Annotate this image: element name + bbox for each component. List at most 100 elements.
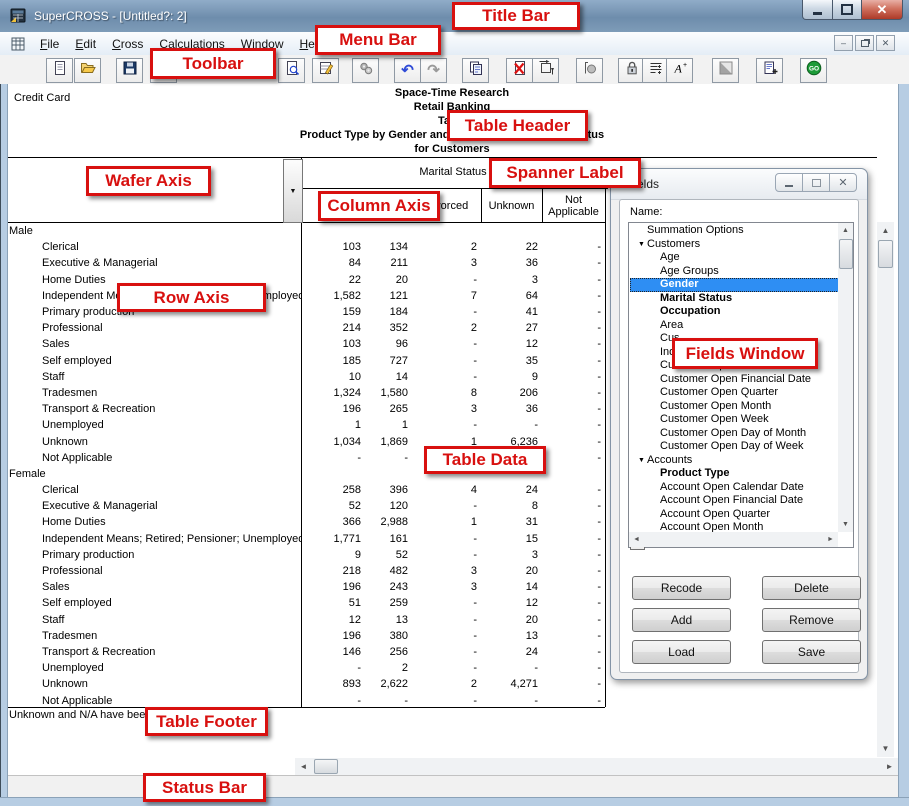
data-cell[interactable]: 20 [365,274,412,286]
row-label[interactable]: Staff [6,371,301,383]
fields-scroll-up-icon[interactable]: ▲ [838,223,853,238]
go-button[interactable]: GO [800,58,827,83]
fields-scroll-thumb[interactable] [839,239,853,269]
data-cell[interactable]: 2 [412,678,481,690]
add-page-button[interactable] [756,58,783,83]
data-cell[interactable]: - [542,500,605,512]
data-cell[interactable]: - [412,695,481,707]
data-cell[interactable]: - [365,452,412,464]
data-cell[interactable]: - [412,419,481,431]
data-cell[interactable]: - [301,662,365,674]
data-cell[interactable]: 265 [365,403,412,415]
field-item-accounts[interactable]: ▼Accounts [630,454,839,468]
document-table-icon[interactable] [10,37,26,51]
field-item-age[interactable]: Age [630,251,839,265]
data-cell[interactable]: 134 [365,241,412,253]
data-cell[interactable]: 120 [365,500,412,512]
data-cell[interactable]: - [412,614,481,626]
data-cell[interactable]: - [542,630,605,642]
data-cell[interactable]: 7 [412,290,481,302]
remove-button[interactable]: Remove [762,608,861,632]
row-label[interactable]: Primary production [6,549,301,561]
data-cell[interactable]: 1,324 [301,387,365,399]
data-cell[interactable]: 24 [481,646,542,658]
fields-vertical-scrollbar[interactable]: ▲ ▼ [838,223,853,532]
scroll-up-icon[interactable]: ▲ [877,222,894,239]
vertical-scrollbar[interactable]: ▲ ▼ [877,222,894,757]
data-cell[interactable]: - [542,257,605,269]
data-cell[interactable]: - [542,290,605,302]
data-cell[interactable]: 893 [301,678,365,690]
column-header[interactable]: Unknown [481,189,542,222]
preview-button[interactable] [278,58,305,83]
minimize-button[interactable] [802,0,833,20]
data-cell[interactable]: - [542,597,605,609]
data-cell[interactable]: 2 [412,322,481,334]
redo-button[interactable]: ↷ [420,58,447,83]
fields-scroll-down-icon[interactable]: ▼ [838,517,853,532]
data-cell[interactable]: - [542,338,605,350]
fields-maximize-button[interactable] [803,173,829,192]
data-cell[interactable]: - [542,241,605,253]
data-cell[interactable]: 31 [481,516,542,528]
data-cell[interactable]: 1,869 [365,436,412,448]
data-cell[interactable]: 727 [365,355,412,367]
row-label[interactable]: Professional [6,322,301,334]
field-item-occupation[interactable]: Occupation [630,305,839,319]
delete-button[interactable]: Delete [762,576,861,600]
data-cell[interactable]: 256 [365,646,412,658]
data-cell[interactable]: - [542,322,605,334]
data-cell[interactable]: 2 [412,241,481,253]
data-cell[interactable]: 196 [301,403,365,415]
data-cell[interactable]: 380 [365,630,412,642]
copy-button[interactable] [462,58,489,83]
menu-cross[interactable]: Cross [104,35,151,53]
data-cell[interactable]: - [481,662,542,674]
field-item-area[interactable]: Area [630,319,839,333]
data-cell[interactable]: - [542,662,605,674]
data-cell[interactable]: 211 [365,257,412,269]
row-label[interactable]: Transport & Recreation [6,403,301,415]
row-label[interactable]: Transport & Recreation [6,646,301,658]
rotate-table-button[interactable] [532,58,559,83]
load-button[interactable]: Load [632,640,731,664]
data-cell[interactable]: 36 [481,403,542,415]
data-cell[interactable]: 366 [301,516,365,528]
data-cell[interactable]: 161 [365,533,412,545]
collapse-triangle-icon[interactable]: ▼ [638,238,645,252]
data-cell[interactable]: - [412,549,481,561]
row-label[interactable]: Independent Means; Retired; Pensioner; U… [6,533,301,545]
data-cell[interactable]: 1 [412,516,481,528]
data-cell[interactable]: 35 [481,355,542,367]
row-label[interactable]: Sales [6,581,301,593]
delete-table-button[interactable] [506,58,533,83]
data-cell[interactable]: 12 [301,614,365,626]
row-label[interactable]: Tradesmen [6,387,301,399]
maximize-button[interactable] [833,0,861,20]
fields-minimize-button[interactable] [775,173,803,192]
field-item-customer-open-month[interactable]: Customer Open Month [630,400,839,414]
data-cell[interactable]: 1 [301,419,365,431]
data-cell[interactable]: 146 [301,646,365,658]
data-cell[interactable]: - [542,549,605,561]
field-item-summation-options[interactable]: Summation Options [630,224,839,238]
data-cell[interactable]: 196 [301,630,365,642]
data-cell[interactable]: 1 [365,419,412,431]
field-item-gender[interactable]: Gender [630,278,839,292]
field-item-customer-open-day-of-month[interactable]: Customer Open Day of Month [630,427,839,441]
row-group-label[interactable]: Male [6,223,607,239]
field-item-account-open-financial-date[interactable]: Account Open Financial Date [630,494,839,508]
vertical-scroll-thumb[interactable] [878,240,893,268]
data-cell[interactable]: 13 [365,614,412,626]
data-cell[interactable]: 218 [301,565,365,577]
field-item-account-open-calendar-date[interactable]: Account Open Calendar Date [630,481,839,495]
data-cell[interactable]: 15 [481,533,542,545]
data-cell[interactable]: - [542,387,605,399]
mdi-close-button[interactable]: ✕ [876,35,895,51]
derivations-button[interactable] [352,58,379,83]
horizontal-scrollbar[interactable]: ◄ ► [295,758,898,775]
data-cell[interactable]: - [301,452,365,464]
data-cell[interactable]: 20 [481,565,542,577]
data-cell[interactable]: 4,271 [481,678,542,690]
data-cell[interactable]: - [542,533,605,545]
